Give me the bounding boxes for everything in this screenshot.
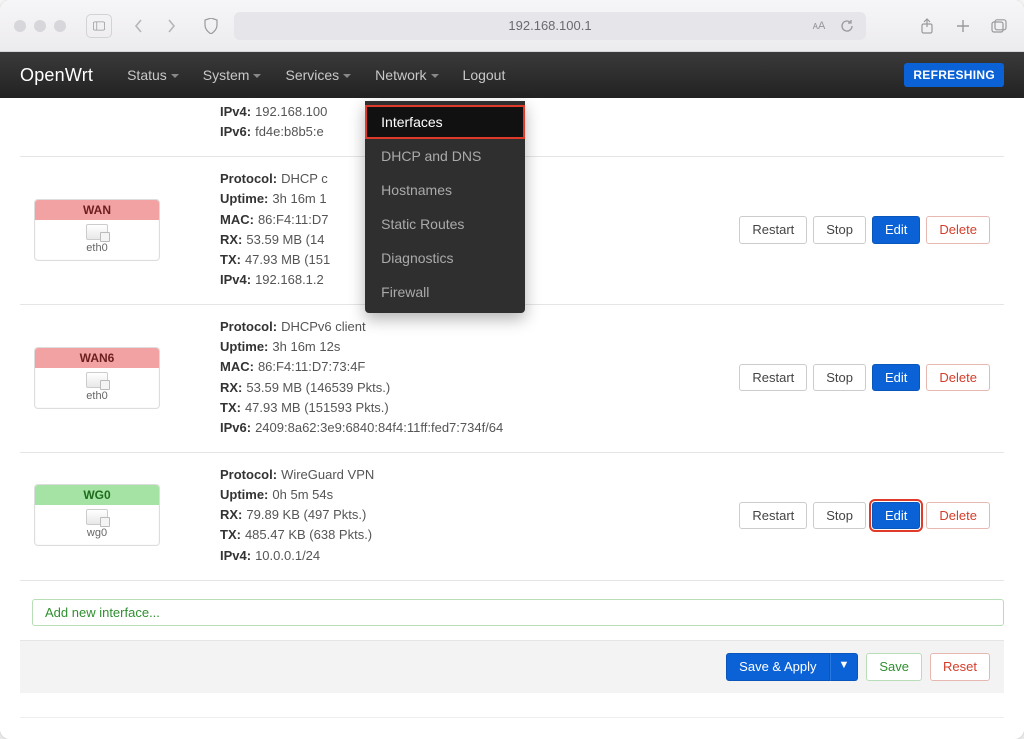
interface-name: WG0: [35, 485, 159, 505]
interface-actions: Restart Stop Edit Delete: [739, 502, 1004, 530]
dropdown-interfaces[interactable]: Interfaces: [365, 105, 525, 139]
tabs-overview-icon[interactable]: [988, 15, 1010, 37]
delete-button[interactable]: Delete: [926, 216, 990, 244]
browser-toolbar: 192.168.100.1 ᴀA: [0, 0, 1024, 52]
url-text: 192.168.100.1: [508, 18, 591, 33]
traffic-lights: [14, 20, 66, 32]
save-apply-button[interactable]: Save & Apply: [726, 653, 829, 681]
menu-network[interactable]: Network Interfaces DHCP and DNS Hostname…: [365, 55, 448, 95]
menu-system[interactable]: System: [193, 55, 272, 95]
delete-button[interactable]: Delete: [926, 364, 990, 392]
interface-device: wg0: [35, 527, 159, 539]
ethernet-icon: [86, 224, 108, 240]
interface-name: WAN6: [35, 348, 159, 368]
interface-details: Protocol:WireGuard VPN Uptime:0h 5m 54s …: [220, 465, 739, 566]
interface-row-wan6: WAN6 eth0 Protocol:DHCPv6 client Uptime:…: [20, 304, 1004, 452]
app-header: OpenWrt Status System Services Network I…: [0, 52, 1024, 98]
dropdown-diagnostics[interactable]: Diagnostics: [365, 241, 525, 275]
save-bar: Save & Apply ▼ Save Reset: [20, 640, 1004, 693]
url-bar[interactable]: 192.168.100.1 ᴀA: [234, 12, 866, 40]
interface-actions: Restart Stop Edit Delete: [739, 364, 1004, 392]
interface-box-wan6[interactable]: WAN6 eth0: [34, 347, 160, 409]
network-dropdown: Interfaces DHCP and DNS Hostnames Static…: [365, 101, 525, 313]
sidebar-toggle-icon[interactable]: [86, 14, 112, 38]
refreshing-badge[interactable]: REFRESHING: [904, 63, 1004, 87]
delete-button[interactable]: Delete: [926, 502, 990, 530]
chevron-down-icon: [253, 74, 261, 78]
ethernet-icon: [86, 372, 108, 388]
edit-button[interactable]: Edit: [872, 216, 920, 244]
restart-button[interactable]: Restart: [739, 502, 807, 530]
reader-icon[interactable]: ᴀA: [808, 15, 830, 37]
restart-button[interactable]: Restart: [739, 364, 807, 392]
edit-button[interactable]: Edit: [872, 502, 920, 530]
zoom-window-icon[interactable]: [54, 20, 66, 32]
stop-button[interactable]: Stop: [813, 364, 866, 392]
interface-device: eth0: [35, 242, 159, 254]
add-interface-button[interactable]: Add new interface...: [32, 599, 1004, 627]
new-tab-icon[interactable]: [952, 15, 974, 37]
footer-legal: Powered by LuCI openwrt-21.02 branch (gi…: [20, 717, 1004, 739]
save-apply-dropdown[interactable]: ▼: [830, 653, 859, 681]
interface-details: Protocol:DHCPv6 client Uptime:3h 16m 12s…: [220, 317, 739, 438]
shield-icon[interactable]: [200, 15, 222, 37]
chevron-down-icon: [343, 74, 351, 78]
menu-services[interactable]: Services: [275, 55, 361, 95]
minimize-window-icon[interactable]: [34, 20, 46, 32]
chevron-down-icon: [171, 74, 179, 78]
menu-status[interactable]: Status: [117, 55, 189, 95]
interface-box-wan[interactable]: WAN eth0: [34, 199, 160, 261]
share-icon[interactable]: [916, 15, 938, 37]
dropdown-static-routes[interactable]: Static Routes: [365, 207, 525, 241]
ipv6-value: fd4e:b8b5:e: [255, 124, 324, 139]
dropdown-hostnames[interactable]: Hostnames: [365, 173, 525, 207]
reload-icon[interactable]: [836, 15, 858, 37]
interface-row-wg0: WG0 wg0 Protocol:WireGuard VPN Uptime:0h…: [20, 452, 1004, 580]
reset-button[interactable]: Reset: [930, 653, 990, 681]
ethernet-icon: [86, 509, 108, 525]
chevron-down-icon: [431, 74, 439, 78]
interface-device: eth0: [35, 390, 159, 402]
edit-button[interactable]: Edit: [872, 364, 920, 392]
dropdown-firewall[interactable]: Firewall: [365, 275, 525, 309]
back-button[interactable]: [126, 14, 152, 38]
brand[interactable]: OpenWrt: [20, 65, 93, 86]
close-window-icon[interactable]: [14, 20, 26, 32]
nav-arrows: [126, 14, 184, 38]
interface-name: WAN: [35, 200, 159, 220]
interface-box-wg0[interactable]: WG0 wg0: [34, 484, 160, 546]
interface-details: IPv4:192.168.100 IPv6:fd4e:b8b5:e: [220, 102, 990, 142]
save-button[interactable]: Save: [866, 653, 922, 681]
interface-actions: Restart Stop Edit Delete: [739, 216, 1004, 244]
ipv4-value: 192.168.100: [255, 104, 327, 119]
restart-button[interactable]: Restart: [739, 216, 807, 244]
menu-logout[interactable]: Logout: [453, 55, 516, 95]
forward-button[interactable]: [158, 14, 184, 38]
add-interface-row: Add new interface...: [20, 580, 1004, 641]
stop-button[interactable]: Stop: [813, 502, 866, 530]
dropdown-dhcp-dns[interactable]: DHCP and DNS: [365, 139, 525, 173]
stop-button[interactable]: Stop: [813, 216, 866, 244]
save-apply-group: Save & Apply ▼: [726, 653, 858, 681]
